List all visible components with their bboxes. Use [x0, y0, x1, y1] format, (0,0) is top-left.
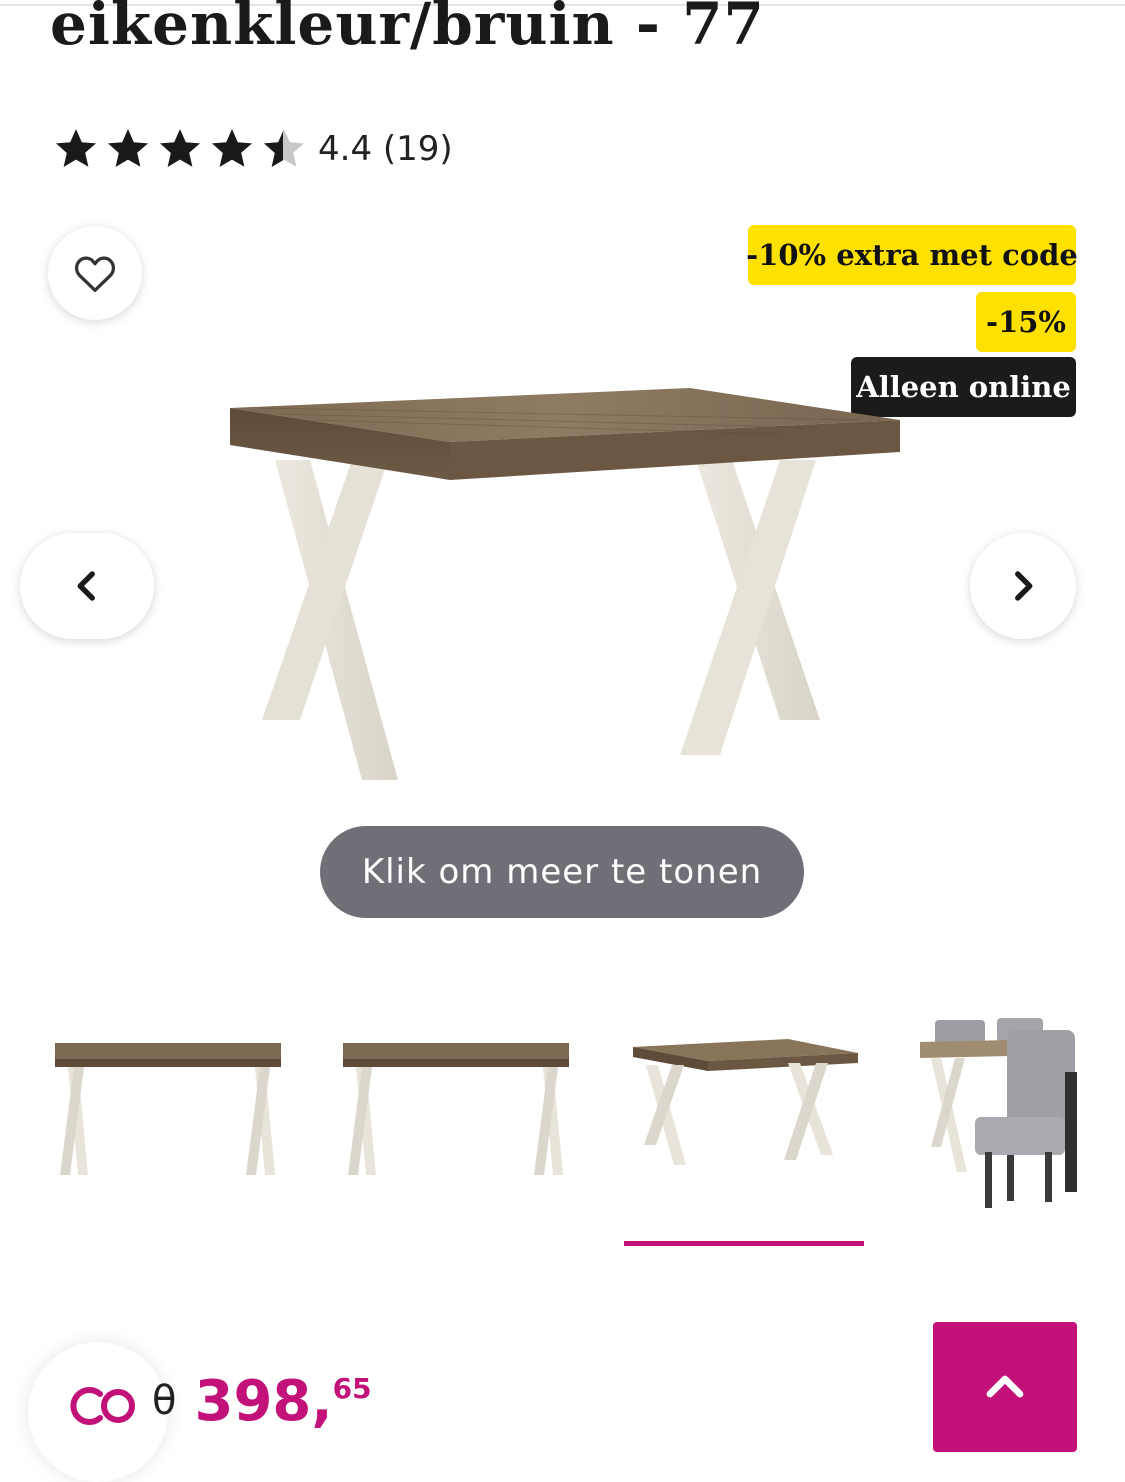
- chevron-right-icon: [1015, 571, 1033, 601]
- star-full-icon: [160, 129, 200, 167]
- product-rating[interactable]: 4.4 (19): [52, 124, 453, 174]
- price-row: θ 398, 65: [64, 1370, 372, 1440]
- rating-stars: [52, 125, 308, 173]
- next-image-button[interactable]: [970, 533, 1076, 639]
- price-cents: 65: [332, 1372, 372, 1405]
- scroll-to-top-button[interactable]: [933, 1322, 1077, 1452]
- rating-summary: 4.4 (19): [318, 129, 453, 169]
- old-price-marker: θ: [152, 1378, 177, 1424]
- co-icon: [70, 1387, 135, 1425]
- price-amount: 398,: [194, 1369, 333, 1434]
- active-thumbnail-indicator: [624, 1241, 864, 1246]
- chevron-left-icon: [77, 571, 95, 601]
- star-full-icon: [212, 129, 252, 167]
- thumbnail-2[interactable]: [338, 1025, 574, 1195]
- star-partial-icon: [264, 129, 304, 167]
- heart-outline-icon: [74, 256, 116, 292]
- product-title: eikenkleur/bruin - 77: [50, 0, 765, 58]
- previous-image-button[interactable]: [20, 533, 154, 639]
- product-main-image[interactable]: [220, 380, 910, 800]
- extra-code-badge: -10% extra met code: [746, 225, 1078, 285]
- star-full-icon: [56, 129, 96, 167]
- thumbnail-4[interactable]: [915, 1012, 1080, 1212]
- favorite-button[interactable]: [48, 226, 142, 320]
- thumbnail-3[interactable]: [628, 1025, 864, 1195]
- star-full-icon: [108, 129, 148, 167]
- discount-badge: -15%: [976, 292, 1076, 352]
- show-more-button[interactable]: Klik om meer te tonen: [320, 826, 804, 918]
- thumbnail-1[interactable]: [50, 1025, 286, 1195]
- chevron-up-icon: [986, 1375, 1024, 1398]
